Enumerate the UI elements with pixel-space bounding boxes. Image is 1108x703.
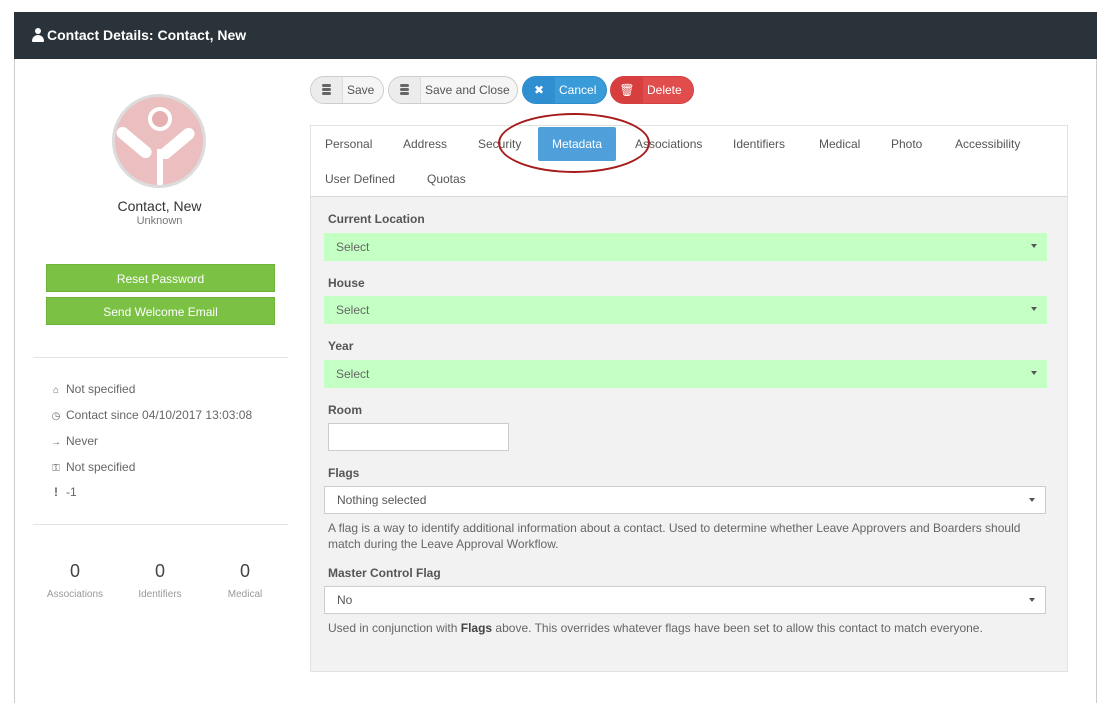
stat-associations: 0 Associations	[40, 561, 110, 600]
divider	[33, 524, 288, 525]
key-value: Not specified	[66, 460, 136, 474]
house-value: Select	[336, 303, 370, 317]
address-value: Not specified	[66, 382, 136, 396]
help-bold: Flags	[460, 621, 493, 635]
info-last-login: → Never	[49, 433, 98, 449]
stat-medical: 0 Medical	[210, 561, 280, 600]
avatar	[112, 94, 206, 188]
caret-down-icon	[1031, 244, 1037, 248]
user-icon	[32, 28, 44, 42]
close-icon: ✖	[523, 77, 555, 103]
tab-medical[interactable]: Medical	[819, 127, 860, 161]
title-bar: Contact Details: Contact, New	[14, 12, 1097, 59]
stat-label: Associations	[46, 589, 104, 600]
profile-name: Contact, New	[117, 198, 202, 214]
delete-button[interactable]: 🗑 Delete	[610, 76, 694, 104]
flags-label: Flags	[328, 466, 360, 480]
current-location-label: Current Location	[328, 212, 425, 226]
flags-value: Nothing selected	[337, 493, 427, 507]
tab-identifiers[interactable]: Identifiers	[733, 127, 785, 161]
master-control-flag-select[interactable]: No	[324, 586, 1046, 614]
tab-quotas[interactable]: Quotas	[427, 162, 466, 196]
database-icon	[311, 77, 343, 103]
caret-down-icon	[1029, 598, 1035, 602]
caret-down-icon	[1029, 498, 1035, 502]
tab-personal[interactable]: Personal	[325, 127, 372, 161]
stat-identifiers: 0 Identifiers	[125, 561, 195, 600]
year-value: Select	[336, 367, 370, 381]
stat-label: Identifiers	[138, 589, 182, 600]
house-select[interactable]: Select	[324, 296, 1047, 324]
cancel-button[interactable]: ✖ Cancel	[522, 76, 607, 104]
master-control-flag-value: No	[337, 593, 353, 607]
window-title: Contact Details: Contact, New	[47, 27, 247, 43]
key-icon: ⚿	[52, 463, 60, 474]
help-post: above. This overrides whatever flags hav…	[492, 621, 983, 635]
trash-icon: 🗑	[611, 77, 643, 103]
clock-icon: ◷	[51, 411, 61, 422]
current-location-value: Select	[336, 240, 370, 254]
sign-in-icon: →	[51, 437, 61, 448]
profile-subtitle: Unknown	[136, 215, 183, 227]
tab-address[interactable]: Address	[403, 127, 447, 161]
home-icon: ⌂	[52, 385, 60, 396]
master-control-help-text: Used in conjunction with Flags above. Th…	[328, 620, 1053, 636]
year-select[interactable]: Select	[324, 360, 1047, 388]
reset-password-button[interactable]: Reset Password	[46, 264, 275, 292]
info-contact-since: ◷ Contact since 04/10/2017 13:03:08	[49, 407, 253, 423]
send-welcome-email-button[interactable]: Send Welcome Email	[46, 297, 275, 325]
tab-photo[interactable]: Photo	[891, 127, 922, 161]
stat-value: 0	[154, 561, 165, 581]
stat-label: Medical	[227, 589, 263, 600]
exclamation-icon: !	[54, 485, 58, 499]
flags-select[interactable]: Nothing selected	[324, 486, 1046, 514]
master-control-flag-label: Master Control Flag	[328, 566, 441, 580]
annotation-ellipse	[498, 113, 650, 173]
save-and-close-button[interactable]: Save and Close	[388, 76, 518, 104]
year-label: Year	[328, 339, 354, 353]
info-address: ⌂ Not specified	[49, 381, 135, 397]
room-input[interactable]	[328, 423, 509, 451]
contact-since-value: Contact since 04/10/2017 13:03:08	[66, 408, 253, 422]
priority-value: -1	[66, 485, 77, 499]
help-pre: Used in conjunction with	[328, 621, 461, 635]
stat-value: 0	[69, 561, 80, 581]
info-priority: ! -1	[49, 484, 77, 500]
house-label: House	[328, 276, 365, 290]
flags-help-text: A flag is a way to identify additional i…	[328, 521, 1021, 551]
save-button[interactable]: Save	[310, 76, 384, 104]
stat-value: 0	[239, 561, 250, 581]
caret-down-icon	[1031, 307, 1037, 311]
caret-down-icon	[1031, 371, 1037, 375]
tab-user-defined[interactable]: User Defined	[325, 162, 395, 196]
database-icon	[389, 77, 421, 103]
room-label: Room	[328, 403, 362, 417]
last-login-value: Never	[66, 434, 99, 448]
current-location-select[interactable]: Select	[324, 233, 1047, 261]
divider	[33, 357, 288, 358]
tab-accessibility[interactable]: Accessibility	[955, 127, 1020, 161]
info-key: ⚿ Not specified	[49, 459, 135, 475]
